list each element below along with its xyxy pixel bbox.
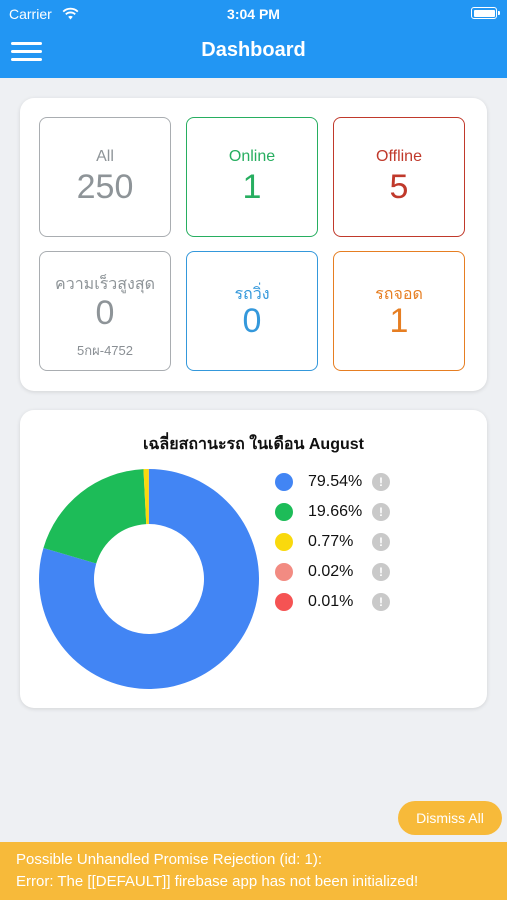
tile-online-label: Online — [228, 148, 276, 165]
tile-parked-value: 1 — [389, 302, 409, 340]
legend-item: 0.77%! — [275, 530, 415, 554]
tile-offline-value: 5 — [389, 168, 409, 206]
donut-chart — [39, 469, 259, 689]
error-banner[interactable]: Possible Unhandled Promise Rejection (id… — [0, 842, 507, 900]
info-icon[interactable]: ! — [372, 503, 390, 521]
tile-max-speed-value: 0 — [95, 294, 115, 332]
tile-running-value: 0 — [242, 302, 262, 340]
info-icon[interactable]: ! — [372, 473, 390, 491]
legend-color-dot — [275, 563, 293, 581]
status-time: 3:04 PM — [227, 6, 280, 22]
stats-card: All 250 Online 1 Offline 5 ความเร็วสูงสุ… — [20, 98, 487, 391]
app-header: Carrier 3:04 PM Dashboard — [0, 0, 507, 78]
legend-label: 0.02% — [308, 563, 354, 580]
tile-all-value: 250 — [76, 168, 134, 206]
legend-color-dot — [275, 533, 293, 551]
error-line-1: Possible Unhandled Promise Rejection (id… — [16, 851, 322, 868]
tile-running[interactable]: รถวิ่ง 0 — [186, 251, 318, 371]
page-title: Dashboard — [201, 39, 306, 61]
tile-online[interactable]: Online 1 — [186, 117, 318, 237]
dismiss-all-button[interactable]: Dismiss All — [398, 801, 502, 835]
legend-label: 0.01% — [308, 593, 354, 610]
tile-all[interactable]: All 250 — [39, 117, 171, 237]
legend-item: 0.02%! — [275, 560, 415, 584]
chart-card: เฉลี่ยสถานะรถ ในเดือน August 79.54%! 19.6… — [20, 410, 487, 708]
legend-item: 19.66%! — [275, 500, 415, 524]
tile-offline-label: Offline — [376, 148, 422, 165]
legend-item: 79.54%! — [275, 470, 415, 494]
battery-icon — [471, 7, 500, 19]
tile-parked[interactable]: รถจอด 1 — [333, 251, 465, 371]
legend-label: 79.54% — [308, 473, 363, 490]
legend-color-dot — [275, 473, 293, 491]
info-icon[interactable]: ! — [372, 563, 390, 581]
info-icon[interactable]: ! — [372, 533, 390, 551]
info-icon[interactable]: ! — [372, 593, 390, 611]
legend-color-dot — [275, 503, 293, 521]
tile-max-speed-plate: 5กผ-4752 — [77, 343, 133, 358]
tile-all-label: All — [96, 148, 114, 165]
legend-color-dot — [275, 593, 293, 611]
tile-offline[interactable]: Offline 5 — [333, 117, 465, 237]
legend-label: 19.66% — [308, 503, 363, 520]
chart-title: เฉลี่ยสถานะรถ ในเดือน August — [143, 436, 364, 453]
tile-max-speed[interactable]: ความเร็วสูงสุด 0 5กผ-4752 — [39, 251, 171, 371]
tile-online-value: 1 — [242, 168, 262, 206]
error-line-2: Error: The [[DEFAULT]] firebase app has … — [16, 873, 419, 890]
donut-slice[interactable] — [43, 469, 147, 564]
status-bar: Carrier 3:04 PM — [0, 0, 507, 28]
legend-label: 0.77% — [308, 533, 354, 550]
legend-item: 0.01%! — [275, 590, 415, 614]
